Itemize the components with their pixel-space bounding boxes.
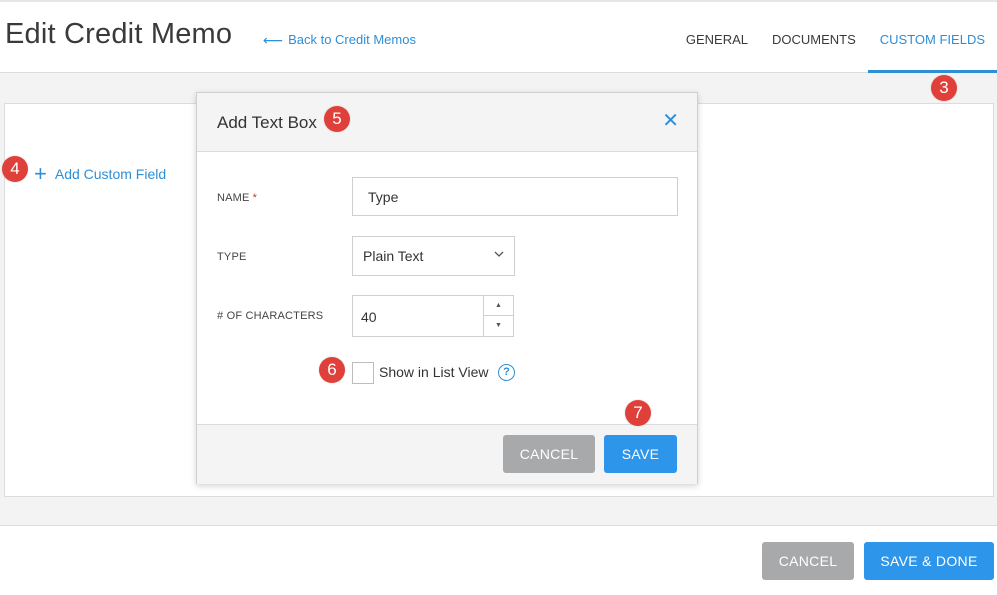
page-title: Edit Credit Memo	[5, 18, 233, 50]
annotation-badge-5: 5	[324, 106, 350, 132]
annotation-badge-7: 7	[625, 400, 651, 426]
caret-down-icon[interactable]: ▼	[484, 316, 513, 336]
back-to-credit-memos-link[interactable]: ⟵ Back to Credit Memos	[263, 32, 416, 47]
dialog-title: Add Text Box	[217, 113, 317, 132]
dialog-footer: CANCEL SAVE	[197, 424, 697, 484]
save-and-done-button[interactable]: SAVE & DONE	[864, 542, 994, 580]
question-circle-icon[interactable]: ?	[498, 364, 515, 381]
type-select-value: Plain Text	[363, 248, 424, 264]
type-select[interactable]: Plain Text	[352, 236, 515, 276]
stepper-buttons: ▲ ▼	[483, 296, 513, 336]
annotation-badge-6: 6	[319, 357, 345, 383]
characters-label: # OF CHARACTERS	[217, 310, 324, 322]
add-text-box-dialog: Add Text Box ✕ NAME* TYPE Plain Text # O…	[196, 92, 698, 484]
dialog-cancel-button[interactable]: CANCEL	[503, 435, 595, 473]
type-label: TYPE	[217, 251, 247, 263]
add-custom-field-link[interactable]: + Add Custom Field	[34, 163, 166, 185]
tab-documents[interactable]: DOCUMENTS	[760, 2, 868, 73]
close-icon[interactable]: ✕	[662, 111, 679, 131]
dialog-header: Add Text Box ✕	[197, 93, 697, 152]
caret-up-icon[interactable]: ▲	[484, 296, 513, 316]
required-marker: *	[252, 192, 258, 204]
characters-value: 40	[361, 309, 377, 325]
show-in-list-view-label: Show in List View	[379, 364, 489, 380]
tab-custom-fields[interactable]: CUSTOM FIELDS	[867, 2, 997, 73]
page-footer: CANCEL SAVE & DONE	[0, 527, 997, 595]
name-label: NAME *	[217, 192, 257, 204]
page-header: Edit Credit Memo ⟵ Back to Credit Memos …	[0, 0, 997, 73]
name-label-text: NAME	[217, 192, 250, 204]
cancel-button[interactable]: CANCEL	[762, 542, 854, 580]
characters-stepper[interactable]: 40 ▲ ▼	[352, 295, 514, 337]
back-link-label: Back to Credit Memos	[288, 32, 416, 47]
show-in-list-view-checkbox[interactable]	[352, 362, 374, 384]
arrow-left-icon: ⟵	[263, 31, 284, 48]
chevron-down-icon	[494, 251, 504, 257]
annotation-badge-3: 3	[931, 75, 957, 101]
add-custom-field-label: Add Custom Field	[54, 166, 167, 182]
dialog-save-button[interactable]: SAVE	[604, 435, 677, 473]
annotation-badge-4: 4	[2, 156, 28, 182]
tab-general[interactable]: GENERAL	[674, 2, 760, 73]
plus-icon: +	[34, 161, 47, 186]
name-input[interactable]	[352, 177, 678, 216]
tab-bar: GENERAL DOCUMENTS CUSTOM FIELDS	[674, 2, 997, 73]
